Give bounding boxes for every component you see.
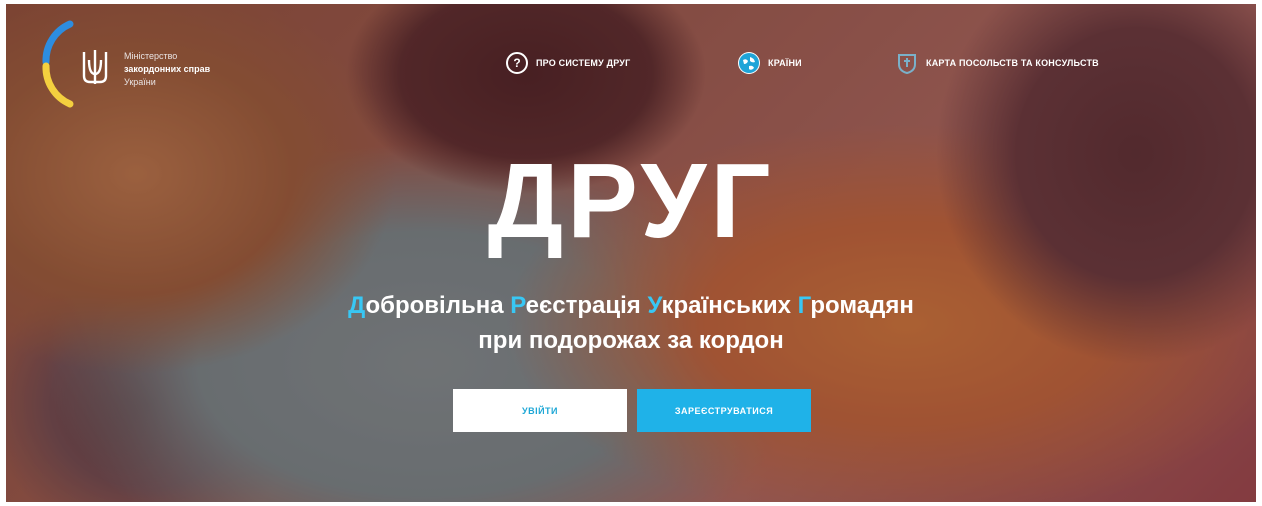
nav-countries-label: КРАЇНИ bbox=[768, 58, 802, 68]
subtitle-initial-r: Р bbox=[510, 292, 526, 319]
map-shield-icon bbox=[896, 52, 918, 74]
subtitle-word2: еєстрація bbox=[525, 292, 648, 319]
subtitle-word4: ромадян bbox=[810, 292, 914, 319]
ministry-name-line1: Міністерство bbox=[124, 51, 178, 61]
trident-icon bbox=[82, 50, 108, 84]
subtitle-line2: при подорожах за кордон bbox=[478, 327, 784, 354]
nav-countries[interactable]: КРАЇНИ bbox=[738, 48, 802, 78]
question-icon: ? bbox=[506, 52, 528, 74]
subtitle-line1: Добровільна Реєстрація Українських Грома… bbox=[6, 288, 1256, 323]
hero-section: Міністерство закордонних справ України ?… bbox=[6, 4, 1256, 502]
register-button[interactable]: ЗАРЕЄСТРУВАТИСЯ bbox=[637, 389, 811, 432]
login-button[interactable]: УВІЙТИ bbox=[453, 389, 627, 432]
subtitle-initial-d: Д bbox=[348, 292, 366, 319]
subtitle-initial-u: У bbox=[647, 292, 662, 319]
hero-subtitle: Добровільна Реєстрація Українських Грома… bbox=[6, 288, 1256, 358]
nav-about-system[interactable]: ? ПРО СИСТЕМУ ДРУГ bbox=[506, 48, 630, 78]
ministry-name: Міністерство закордонних справ України bbox=[124, 50, 210, 89]
page-title: ДРУГ bbox=[487, 142, 775, 260]
logo-arc-icon bbox=[42, 20, 74, 108]
nav-embassy-map[interactable]: КАРТА ПОСОЛЬСТВ ТА КОНСУЛЬСТВ bbox=[896, 48, 1099, 78]
subtitle-initial-h: Г bbox=[797, 292, 811, 319]
nav-embassy-map-label: КАРТА ПОСОЛЬСТВ ТА КОНСУЛЬСТВ bbox=[926, 58, 1099, 68]
ministry-name-line2: закордонних справ bbox=[124, 64, 211, 74]
nav-about-system-label: ПРО СИСТЕМУ ДРУГ bbox=[536, 58, 631, 68]
subtitle-word3: країнських bbox=[661, 292, 798, 319]
subtitle-word1: обровільна bbox=[365, 292, 511, 319]
ministry-logo[interactable]: Міністерство закордонних справ України bbox=[36, 18, 266, 110]
ministry-name-line3: України bbox=[124, 77, 156, 87]
globe-icon bbox=[738, 52, 760, 74]
